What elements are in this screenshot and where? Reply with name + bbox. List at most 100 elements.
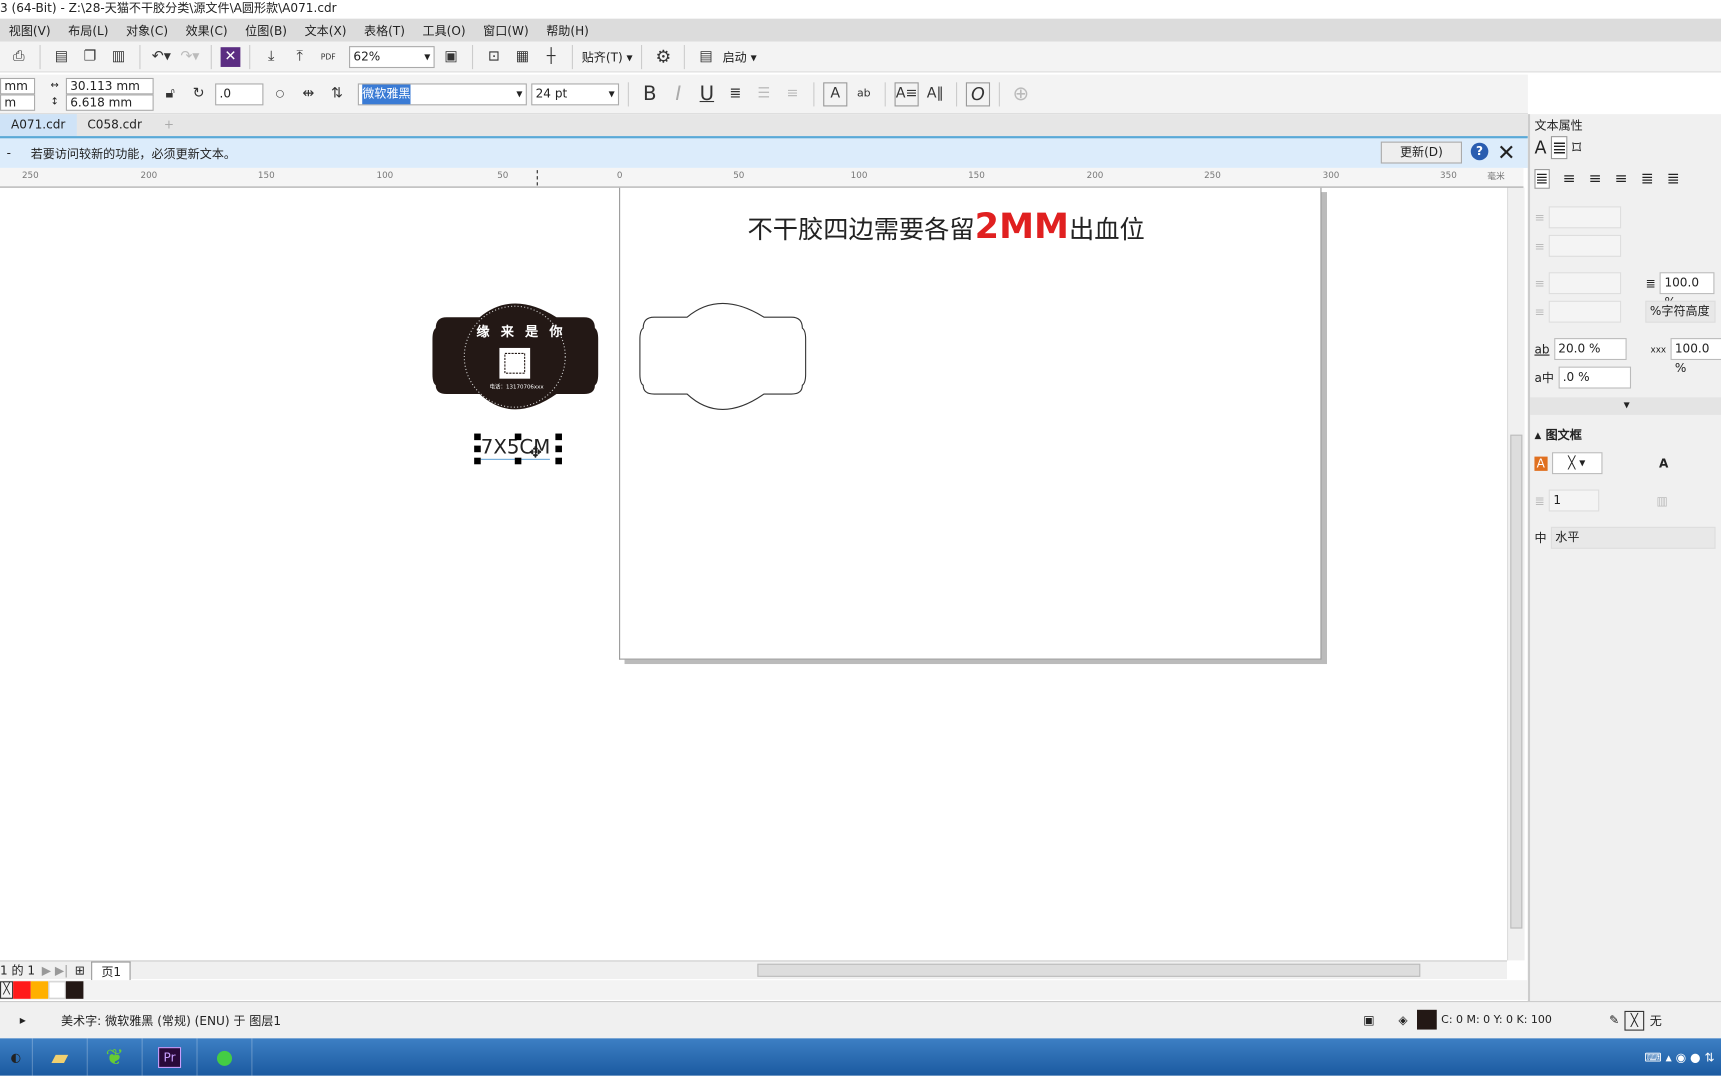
launch-button[interactable]: 启动 ▾ (723, 48, 757, 66)
color-proof-icon[interactable]: ▣ (1363, 1013, 1374, 1027)
file-explorer-taskbar-icon[interactable]: ▰ (33, 1038, 88, 1076)
vertical-align-select[interactable]: 水平 (1550, 526, 1716, 549)
zoom-level-select[interactable]: 62% ▾ (349, 45, 435, 68)
horizontal-ruler[interactable]: 250 200 150 100 50 0 50 100 150 200 250 … (0, 167, 1524, 188)
menu-object[interactable]: 对象(C) (117, 21, 177, 39)
no-color-swatch[interactable]: ╳ (0, 981, 14, 999)
text-properties-icon[interactable]: A (823, 81, 848, 106)
font-size-select[interactable]: 24 pt ▾ (531, 82, 620, 105)
spacing-unit-select[interactable]: %字符高度 (1645, 300, 1716, 323)
selection-handle[interactable] (514, 457, 522, 465)
columns-field[interactable]: 1 (1548, 489, 1600, 512)
after-paragraph-field[interactable] (1548, 300, 1622, 323)
label-outline-shape[interactable] (638, 295, 809, 418)
horizontal-scrollbar[interactable] (757, 963, 1421, 977)
word-spacing-field[interactable]: 100.0 % (1670, 338, 1721, 375)
selection-handle[interactable] (474, 445, 481, 453)
print-icon[interactable]: ⎙ (7, 44, 31, 68)
tab-a071[interactable]: A071.cdr (0, 114, 77, 137)
font-family-select[interactable]: 微软雅黑 ▾ (357, 82, 527, 105)
rulers-icon[interactable]: ⊡ (482, 44, 506, 68)
paragraph-tab-icon[interactable]: ≣ (1550, 136, 1568, 160)
align-right-icon[interactable]: ≡ (1615, 170, 1628, 188)
grid-icon[interactable]: ▦ (510, 44, 534, 68)
align-left-icon[interactable]: ≡ (1563, 170, 1576, 188)
next-page-icon[interactable]: ▶ ▶| (42, 963, 68, 977)
help-icon[interactable]: ? (1470, 142, 1489, 161)
full-screen-icon[interactable]: ▣ (439, 44, 463, 68)
tab-c058[interactable]: C058.cdr (76, 114, 153, 136)
undo-icon[interactable]: ↶▾ (149, 44, 173, 68)
cut-icon[interactable]: ▤ (49, 44, 73, 68)
y-position-field[interactable]: m (0, 93, 36, 111)
color-swatch-orange[interactable] (30, 981, 49, 999)
before-paragraph-field[interactable] (1548, 272, 1622, 295)
menu-table[interactable]: 表格(T) (355, 21, 414, 39)
menu-view[interactable]: 视图(V) (0, 21, 59, 39)
export-icon[interactable]: ⤒ (288, 44, 312, 68)
selection-handle[interactable] (474, 457, 481, 465)
character-tab-icon[interactable]: A (1534, 137, 1546, 158)
new-tab-button[interactable]: + (153, 114, 185, 136)
system-tray-icons[interactable]: ⌨ ▴ ◉ ● ⇅ (1644, 1050, 1714, 1064)
italic-button[interactable]: I (666, 82, 690, 106)
lock-ratio-icon[interactable]: 🔓︎ (158, 82, 182, 106)
opentype-button[interactable]: O (965, 81, 991, 106)
menu-text[interactable]: 文本(X) (296, 21, 355, 39)
expand-chevron-icon[interactable]: ▾ (1530, 397, 1721, 415)
redo-icon[interactable]: ↷▾ (178, 44, 202, 68)
frame-color-select[interactable]: ╳ ▾ (1551, 452, 1602, 475)
premiere-taskbar-icon[interactable]: Pr (143, 1038, 198, 1076)
horizontal-text-icon[interactable]: A≡ (894, 81, 919, 106)
fill-swatch[interactable] (1417, 1009, 1437, 1030)
update-button[interactable]: 更新(D) (1380, 141, 1463, 164)
corel-connect-icon[interactable]: ✕ (220, 46, 241, 67)
height-field[interactable]: 6.618 mm (65, 93, 154, 111)
outline-swatch[interactable]: ╳ (1624, 1010, 1645, 1031)
selection-handle[interactable] (555, 445, 562, 453)
selection-handle[interactable] (555, 457, 562, 465)
drop-cap-icon[interactable]: ≡ (780, 82, 804, 106)
snap-to-button[interactable]: 贴齐(T) ▾ (582, 48, 633, 66)
vertical-scrollbar[interactable] (1507, 187, 1525, 961)
justify-icon[interactable]: ≣ (1641, 170, 1654, 188)
frame-tab-icon[interactable]: ⌑ (1572, 137, 1581, 158)
coreldraw-taskbar-icon[interactable]: ❦ (88, 1038, 143, 1076)
gear-icon[interactable]: ⚙ (651, 44, 675, 68)
paste-icon[interactable]: ▥ (106, 44, 130, 68)
color-swatch-black[interactable] (65, 981, 84, 999)
selection-handle[interactable] (514, 433, 522, 441)
menu-bitmap[interactable]: 位图(B) (236, 21, 295, 39)
add-page-icon[interactable]: ⊞ (75, 963, 85, 977)
language-spacing-field[interactable]: .0 % (1558, 366, 1631, 389)
flip-icon[interactable]: ⇅ (325, 82, 349, 106)
bleed-headline[interactable]: 不干胶四边需要各留2MM出血位 (747, 205, 1144, 247)
edit-text-button[interactable]: ab (852, 82, 876, 106)
menu-window[interactable]: 窗口(W) (474, 21, 537, 39)
page-tab[interactable]: 页1 (91, 960, 131, 980)
selection-handle[interactable] (474, 433, 481, 441)
launch-icon[interactable]: ▤ (694, 44, 718, 68)
menu-layout[interactable]: 布局(L) (59, 21, 117, 39)
guidelines-icon[interactable]: ┼ (539, 44, 563, 68)
bold-button[interactable]: B (638, 82, 662, 106)
import-icon[interactable]: ⤓ (259, 44, 283, 68)
label-design[interactable] (430, 295, 601, 418)
chrome-taskbar-icon[interactable]: ◐ (0, 1038, 33, 1076)
selection-handle[interactable] (555, 433, 562, 441)
menu-effects[interactable]: 效果(C) (177, 21, 237, 39)
left-indent-field[interactable] (1548, 206, 1622, 229)
alignment-icon[interactable]: ≣ (723, 82, 747, 106)
export-pdf-icon[interactable]: PDF (316, 44, 340, 68)
x-position-field[interactable]: mm (0, 77, 36, 94)
color-swatch-white[interactable] (48, 981, 66, 999)
menu-tools[interactable]: 工具(O) (414, 21, 475, 39)
line-spacing-field[interactable]: 100.0 % (1660, 272, 1715, 310)
expand-status-icon[interactable]: ▸ (20, 1013, 26, 1027)
force-justify-icon[interactable]: ≣ (1667, 170, 1680, 188)
rotate-icon[interactable]: ↻ (187, 82, 211, 106)
drawing-canvas[interactable]: 不干胶四边需要各留2MM出血位 缘 来 是 你 电话：13170706xxx 7… (0, 187, 1508, 961)
collapse-icon[interactable]: ▲ (1534, 430, 1541, 440)
underline-button[interactable]: U (695, 82, 719, 106)
scroll-thumb[interactable] (1510, 434, 1523, 929)
